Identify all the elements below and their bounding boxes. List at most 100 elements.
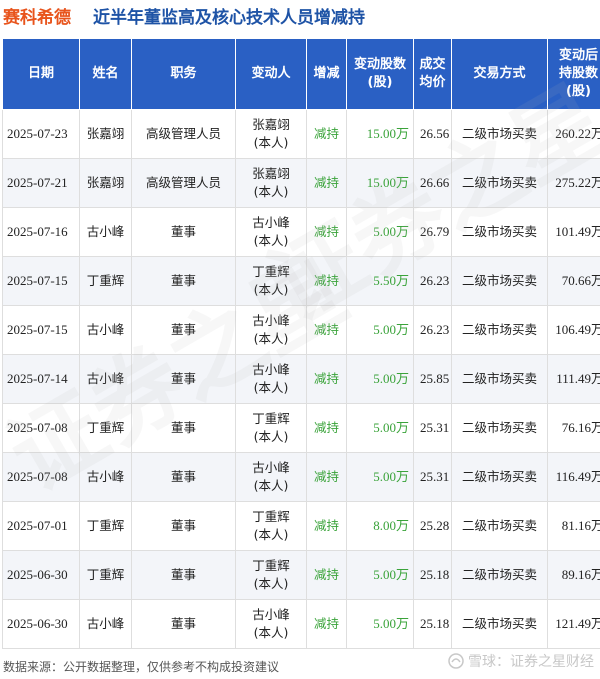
shares-cell: 5.00万 — [346, 550, 414, 600]
shares-cell: 5.00万 — [346, 305, 414, 355]
mover-name: 古小峰 — [252, 215, 290, 230]
table-row: 2025-06-30 古小峰 董事 古小峰 (本人) 减持 5.00万 25.18 二级市场买卖… — [2, 599, 600, 649]
role-cell: 董事 — [131, 599, 236, 649]
date-cell: 2025-07-23 — [2, 109, 80, 159]
shares-cell: 8.00万 — [346, 501, 414, 551]
col-shares: 变动股数 (股) — [346, 38, 414, 110]
role-cell: 董事 — [131, 305, 236, 355]
after-holding-cell: 89.16万 — [547, 550, 600, 600]
col-after: 变动后 持股数 (股) — [547, 38, 600, 110]
table-row: 2025-07-16 古小峰 董事 古小峰 (本人) 减持 5.00万 26.79 二级市场买卖… — [2, 207, 600, 257]
role-cell: 董事 — [131, 256, 236, 306]
mover-relation: (本人) — [253, 527, 289, 542]
table-row: 2025-07-08 古小峰 董事 古小峰 (本人) 减持 5.00万 25.31 二级市场买卖… — [2, 452, 600, 502]
after-holding-cell: 116.49万 — [547, 452, 600, 502]
mover-cell: 古小峰 (本人) — [235, 599, 307, 649]
direction-cell: 减持 — [306, 354, 347, 404]
method-cell: 二级市场买卖 — [451, 452, 548, 502]
col-after-line1: 变动后 — [558, 48, 598, 63]
holding-changes-table: 日期 姓名 职务 变动人 增减 变动股数 (股) 成交 均价 交易方式 变动后 … — [2, 38, 600, 649]
role-cell: 高级管理人员 — [131, 109, 236, 159]
col-price-line1: 成交 — [419, 57, 446, 72]
col-after-line2: 持股数 — [558, 66, 598, 81]
name-cell: 古小峰 — [79, 599, 132, 649]
shares-cell: 5.00万 — [346, 354, 414, 404]
price-cell: 26.23 — [413, 305, 452, 355]
name-cell: 张嘉翊 — [79, 109, 132, 159]
price-cell: 25.18 — [413, 599, 452, 649]
mover-relation: (本人) — [253, 625, 289, 640]
shares-cell: 5.00万 — [346, 599, 414, 649]
table-row: 2025-07-15 丁重辉 董事 丁重辉 (本人) 减持 5.50万 26.23 二级市场买卖… — [2, 256, 600, 306]
direction-cell: 减持 — [306, 501, 347, 551]
mover-name: 古小峰 — [252, 313, 290, 328]
mover-relation: (本人) — [253, 233, 289, 248]
mover-cell: 古小峰 (本人) — [235, 452, 307, 502]
mover-relation: (本人) — [253, 576, 289, 591]
stock-name: 赛科希德 — [3, 8, 71, 28]
after-holding-cell: 275.22万 — [547, 158, 600, 208]
table-row: 2025-07-15 古小峰 董事 古小峰 (本人) 减持 5.00万 26.23 二级市场买卖… — [2, 305, 600, 355]
col-shares-line1: 变动股数 — [353, 57, 406, 72]
table-row: 2025-06-30 丁重辉 董事 丁重辉 (本人) 减持 5.00万 25.18 二级市场买卖… — [2, 550, 600, 600]
mover-relation: (本人) — [253, 135, 289, 150]
after-holding-cell: 101.49万 — [547, 207, 600, 257]
after-holding-cell: 111.49万 — [547, 354, 600, 404]
col-date: 日期 — [2, 38, 80, 110]
price-cell: 25.31 — [413, 452, 452, 502]
mover-name: 古小峰 — [252, 362, 290, 377]
col-role: 职务 — [131, 38, 236, 110]
col-method: 交易方式 — [451, 38, 548, 110]
name-cell: 丁重辉 — [79, 550, 132, 600]
mover-cell: 丁重辉 (本人) — [235, 256, 307, 306]
date-cell: 2025-07-15 — [2, 256, 80, 306]
mover-relation: (本人) — [253, 184, 289, 199]
role-cell: 董事 — [131, 207, 236, 257]
direction-cell: 减持 — [306, 452, 347, 502]
after-holding-cell: 70.66万 — [547, 256, 600, 306]
direction-cell: 减持 — [306, 109, 347, 159]
col-after-line3: (股) — [566, 84, 591, 99]
date-cell: 2025-07-15 — [2, 305, 80, 355]
method-cell: 二级市场买卖 — [451, 109, 548, 159]
price-cell: 25.31 — [413, 403, 452, 453]
title-bar: 赛科希德 近半年董监高及核心技术人员增减持 — [0, 0, 600, 32]
mover-relation: (本人) — [253, 429, 289, 444]
date-cell: 2025-07-16 — [2, 207, 80, 257]
mover-cell: 丁重辉 (本人) — [235, 550, 307, 600]
table-header-row: 日期 姓名 职务 变动人 增减 变动股数 (股) 成交 均价 交易方式 变动后 … — [2, 38, 600, 110]
mover-name: 丁重辉 — [252, 558, 290, 573]
date-cell: 2025-07-08 — [2, 403, 80, 453]
price-cell: 26.79 — [413, 207, 452, 257]
shares-cell: 5.00万 — [346, 207, 414, 257]
after-holding-cell: 260.22万 — [547, 109, 600, 159]
col-price: 成交 均价 — [413, 38, 452, 110]
mover-name: 丁重辉 — [252, 411, 290, 426]
method-cell: 二级市场买卖 — [451, 207, 548, 257]
table-row: 2025-07-14 古小峰 董事 古小峰 (本人) 减持 5.00万 25.85 二级市场买卖… — [2, 354, 600, 404]
name-cell: 丁重辉 — [79, 501, 132, 551]
method-cell: 二级市场买卖 — [451, 354, 548, 404]
role-cell: 董事 — [131, 354, 236, 404]
publisher-credit-text: 雪球：证券之星财经 — [468, 654, 594, 670]
method-cell: 二级市场买卖 — [451, 158, 548, 208]
mover-relation: (本人) — [253, 478, 289, 493]
method-cell: 二级市场买卖 — [451, 501, 548, 551]
price-cell: 25.18 — [413, 550, 452, 600]
table-row: 2025-07-21 张嘉翊 高级管理人员 张嘉翊 (本人) 减持 15.00万 26.66 二… — [2, 158, 600, 208]
direction-cell: 减持 — [306, 599, 347, 649]
name-cell: 古小峰 — [79, 305, 132, 355]
col-price-line2: 均价 — [419, 75, 446, 90]
mover-cell: 丁重辉 (本人) — [235, 403, 307, 453]
direction-cell: 减持 — [306, 256, 347, 306]
direction-cell: 减持 — [306, 403, 347, 453]
col-mover: 变动人 — [235, 38, 307, 110]
mover-relation: (本人) — [253, 331, 289, 346]
date-cell: 2025-07-21 — [2, 158, 80, 208]
price-cell: 25.28 — [413, 501, 452, 551]
price-cell: 26.23 — [413, 256, 452, 306]
date-cell: 2025-07-08 — [2, 452, 80, 502]
after-holding-cell: 76.16万 — [547, 403, 600, 453]
direction-cell: 减持 — [306, 550, 347, 600]
shares-cell: 15.00万 — [346, 158, 414, 208]
